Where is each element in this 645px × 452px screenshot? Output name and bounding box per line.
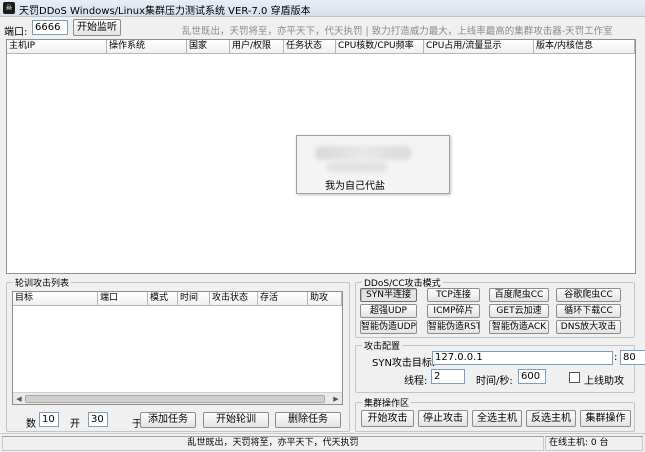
window-title: 天罚DDoS Windows/Linux集群压力测试系统 VER-7.0 穿盾版…: [19, 6, 311, 17]
header-slogan: 乱世既出，天罚将至，亦平天下，代天执罚 | 致力打造威力最大，上线率最高的集群攻…: [182, 26, 613, 37]
col-os[interactable]: 操作系统: [107, 40, 187, 54]
cluster-ops-title: 集群操作区: [362, 396, 412, 409]
online-assist-label[interactable]: 上线助攻: [584, 372, 624, 387]
target-port-input[interactable]: 80: [620, 350, 645, 365]
status-slogan: 乱世既出，天罚将至，亦平天下，代天执罚: [2, 436, 544, 451]
scroll-thumb[interactable]: [25, 395, 325, 403]
col-assist[interactable]: 助攻: [308, 292, 342, 306]
mode-get-cdn-button[interactable]: GET云加速: [489, 304, 549, 318]
col-mode[interactable]: 模式: [148, 292, 178, 306]
port-label: 端口:: [4, 27, 28, 38]
col-time[interactable]: 时间: [178, 292, 210, 306]
col-cpu-cores[interactable]: CPU核数/CPU频率: [336, 40, 424, 54]
popup-text: 我为自己代盐: [325, 181, 385, 192]
stop-attack-button[interactable]: 停止攻击: [418, 410, 468, 427]
online-assist-checkbox[interactable]: [569, 372, 580, 383]
threads-label: 线程:: [404, 376, 428, 387]
online-hosts-count: 在线主机: 0 台: [545, 436, 643, 451]
scroll-left-icon[interactable]: ◀: [14, 394, 24, 404]
scroll-right-icon[interactable]: ▶: [331, 394, 341, 404]
context-popup[interactable]: 我为自己代盐: [296, 135, 450, 194]
col-port[interactable]: 端口: [98, 292, 148, 306]
time-input[interactable]: 600: [518, 369, 546, 384]
mode-fake-ack-button[interactable]: 智能伪造ACK: [489, 320, 549, 334]
mode-icmp-button[interactable]: ICMP碎片: [427, 304, 480, 318]
delete-task-button[interactable]: 删除任务: [275, 412, 341, 428]
select-all-hosts-button[interactable]: 全选主机: [472, 410, 522, 427]
count-input[interactable]: 10: [39, 412, 59, 427]
mode-fake-rst-button[interactable]: 智能伪造RST: [427, 320, 480, 334]
add-task-button[interactable]: 添加任务: [140, 412, 196, 428]
status-bar: 乱世既出，天罚将至，亦平天下，代天执罚 在线主机: 0 台: [0, 433, 645, 452]
mode-loop-download-button[interactable]: 循环下载CC: [556, 304, 621, 318]
col-cpu-usage[interactable]: CPU占用/流量显示: [424, 40, 534, 54]
mode-udp-button[interactable]: 超强UDP: [360, 304, 417, 318]
task-list-hscrollbar[interactable]: ◀ ▶: [13, 392, 342, 404]
title-bar: ☠ 天罚DDoS Windows/Linux集群压力测试系统 VER-7.0 穿…: [0, 0, 645, 17]
col-user-permission[interactable]: 用户/权限: [230, 40, 284, 54]
app-icon: ☠: [3, 2, 15, 14]
col-alive[interactable]: 存活: [258, 292, 308, 306]
col-task-status[interactable]: 任务状态: [284, 40, 336, 54]
start-rotation-button[interactable]: 开始轮训: [203, 412, 269, 428]
target-label: SYN攻击目标:: [372, 358, 436, 369]
cluster-operation-button[interactable]: 集群操作: [580, 410, 631, 427]
col-attack-status[interactable]: 攻击状态: [210, 292, 258, 306]
threads-input[interactable]: 2: [431, 369, 465, 384]
start-listen-button[interactable]: 开始监听: [73, 19, 121, 36]
attack-config-title: 攻击配置: [362, 339, 403, 352]
interval-input[interactable]: 30: [88, 412, 108, 427]
task-list[interactable]: 目标 端口 模式 时间 攻击状态 存活 助攻 ◀ ▶: [12, 291, 343, 405]
time-label: 时间/秒:: [476, 376, 513, 387]
blurred-content: [327, 162, 387, 172]
mode-tcp-button[interactable]: TCP连接: [427, 288, 480, 302]
col-target[interactable]: 目标: [13, 292, 98, 306]
mode-baidu-cc-button[interactable]: 百度爬虫CC: [489, 288, 549, 302]
port-input[interactable]: 6666: [32, 20, 68, 35]
mode-fake-udp-button[interactable]: 智能伪造UDP: [360, 320, 417, 334]
col-host-ip[interactable]: 主机IP: [7, 40, 107, 54]
count-label: 数: [26, 419, 36, 430]
invert-selection-button[interactable]: 反选主机: [526, 410, 576, 427]
col-country[interactable]: 国家: [187, 40, 230, 54]
start-attack-button[interactable]: 开始攻击: [361, 410, 414, 427]
target-colon: :: [614, 352, 618, 363]
mode-dns-amp-button[interactable]: DNS放大攻击: [556, 320, 621, 334]
task-list-title: 轮训攻击列表: [13, 276, 72, 289]
target-input[interactable]: 127.0.0.1: [432, 351, 613, 365]
col-version[interactable]: 版本/内核信息: [534, 40, 635, 54]
mode-syn-button[interactable]: SYN半连接: [360, 288, 417, 302]
blurred-content: [315, 146, 411, 160]
interval-label: 开: [70, 419, 80, 430]
mode-google-cc-button[interactable]: 谷歌爬虫CC: [556, 288, 621, 302]
